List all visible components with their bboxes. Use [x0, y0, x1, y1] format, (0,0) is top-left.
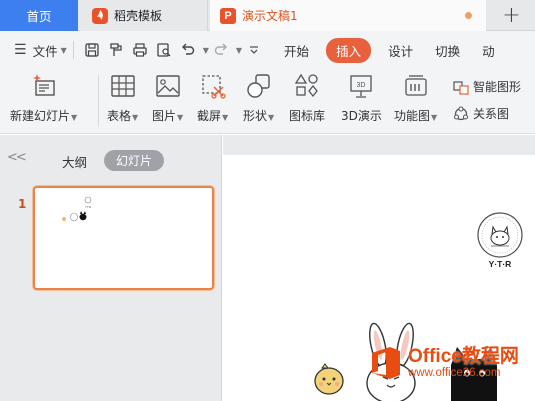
new-tab-button[interactable]: + — [488, 0, 535, 31]
tab-home[interactable]: 首页 — [0, 0, 78, 31]
3d-presentation-icon: 3D — [350, 75, 373, 98]
undo-dropdown-icon[interactable]: ▼ — [203, 46, 209, 55]
relationship-chart-button[interactable]: 关系图 — [453, 105, 509, 122]
table-button[interactable]: 表格▼ — [107, 73, 138, 124]
print-preview-icon[interactable] — [156, 42, 172, 58]
tab-document-label: 演示文稿1 — [242, 9, 298, 23]
screenshot-icon — [201, 75, 226, 99]
badge-text: Y·T·R — [489, 259, 512, 269]
new-slide-button[interactable]: 新建幻灯片▼ — [10, 73, 77, 124]
format-painter-icon[interactable] — [108, 42, 124, 58]
chevron-down-icon: ▼ — [132, 113, 139, 122]
chevron-down-icon: ▼ — [177, 113, 184, 122]
plus-icon: + — [502, 3, 521, 28]
collapse-pane-icon[interactable]: << — [7, 150, 27, 165]
chevron-down-icon: ▼ — [268, 113, 275, 122]
picture-icon — [155, 75, 180, 97]
tab-presentation-1[interactable]: P 演示文稿1 — [210, 0, 486, 31]
screenshot-button[interactable]: 截屏▼ — [197, 73, 228, 124]
slide-number: 1 — [18, 197, 27, 211]
svg-text:YTR: YTR — [85, 205, 92, 209]
screenshot-label: 截屏 — [197, 109, 222, 123]
picture-label: 图片 — [152, 109, 177, 123]
icon-library-label: 图标库 — [289, 109, 326, 123]
picture-button[interactable]: 图片▼ — [152, 73, 183, 124]
docer-logo-icon — [92, 7, 108, 24]
chevron-down-icon: ▼ — [431, 113, 438, 122]
redo-dropdown-icon[interactable]: ▼ — [236, 46, 242, 55]
print-icon[interactable] — [132, 42, 148, 58]
shape-label: 形状 — [243, 109, 268, 123]
icon-library-icon — [294, 73, 318, 98]
site-watermark: Office教程网 www.office26.com — [368, 345, 519, 381]
presentation-app-icon: P — [220, 7, 236, 24]
tab-slides[interactable]: 幻灯片 — [104, 150, 165, 171]
customize-toolbar-icon[interactable] — [246, 42, 262, 58]
watermark-title: Office教程网 — [408, 345, 519, 367]
table-label: 表格 — [107, 109, 132, 123]
ribbon-tab-animation[interactable]: 动 — [482, 41, 495, 60]
3d-presentation-button[interactable]: 3D 3D演示 — [341, 73, 382, 124]
smart-graphic-label: 智能图形 — [473, 80, 522, 94]
ribbon-tab-design[interactable]: 设计 — [388, 41, 413, 60]
unsaved-indicator-icon — [465, 12, 472, 19]
3d-presentation-label: 3D演示 — [341, 109, 382, 123]
ribbon-toolbar: 新建幻灯片▼ 表格▼ 图片▼ 截屏▼ 形状▼ 图标库 3D 3D演示 功能图▼ … — [0, 69, 535, 134]
table-icon — [110, 75, 135, 97]
office-logo-icon — [372, 347, 400, 379]
svg-text:3D: 3D — [357, 82, 366, 89]
function-chart-button[interactable]: 功能图▼ — [394, 73, 437, 124]
chick-sticker-icon — [314, 363, 344, 395]
redo-icon[interactable] — [213, 42, 229, 58]
ribbon-tab-insert[interactable]: 插入 — [326, 37, 372, 63]
menu-bar: ☰ 文件 ▼ ▼ ▼ 开始 插入 设计 切换 动 — [0, 31, 535, 69]
icon-library-button[interactable]: 图标库 — [289, 73, 325, 124]
relationship-chart-icon — [453, 105, 469, 120]
watermark-url: www.office26.com — [408, 366, 501, 379]
undo-icon[interactable] — [180, 42, 196, 58]
new-slide-icon — [32, 74, 55, 96]
chevron-down-icon: ▼ — [222, 113, 229, 122]
divider — [98, 75, 99, 127]
file-menu[interactable]: 文件 ▼ — [33, 41, 67, 60]
function-chart-label: 功能图 — [394, 109, 431, 123]
tab-template-label: 稻壳模板 — [114, 9, 163, 23]
slide-thumbnail-preview: YTR — [62, 196, 92, 222]
hamburger-menu-icon[interactable]: ☰ — [14, 42, 27, 58]
slide-navigation-pane: << 大纲 幻灯片 1 YTR — [0, 135, 222, 401]
tab-outline[interactable]: 大纲 — [62, 152, 87, 171]
shape-button[interactable]: 形状▼ — [243, 73, 274, 124]
ribbon-tab-transition[interactable]: 切换 — [435, 41, 460, 60]
ribbon-tab-home[interactable]: 开始 — [284, 41, 309, 60]
divider — [72, 41, 74, 59]
function-chart-icon — [404, 75, 427, 96]
shape-icon — [246, 74, 270, 98]
save-icon[interactable] — [84, 42, 100, 58]
tab-docer-template[interactable]: 稻壳模板 — [80, 0, 208, 31]
tab-bar: 首页 稻壳模板 P 演示文稿1 + — [0, 0, 535, 31]
smart-graphic-icon — [453, 80, 469, 95]
slide-thumbnail[interactable]: YTR — [33, 186, 214, 290]
file-menu-label: 文件 — [32, 43, 58, 59]
tab-home-label: 首页 — [26, 9, 52, 24]
relationship-chart-label: 关系图 — [473, 107, 510, 121]
smart-graphic-button[interactable]: 智能图形 — [453, 78, 521, 95]
chevron-down-icon: ▼ — [60, 45, 67, 55]
new-slide-label: 新建幻灯片 — [10, 109, 71, 123]
chevron-down-icon: ▼ — [71, 113, 78, 122]
badge-logo-icon — [477, 212, 523, 258]
